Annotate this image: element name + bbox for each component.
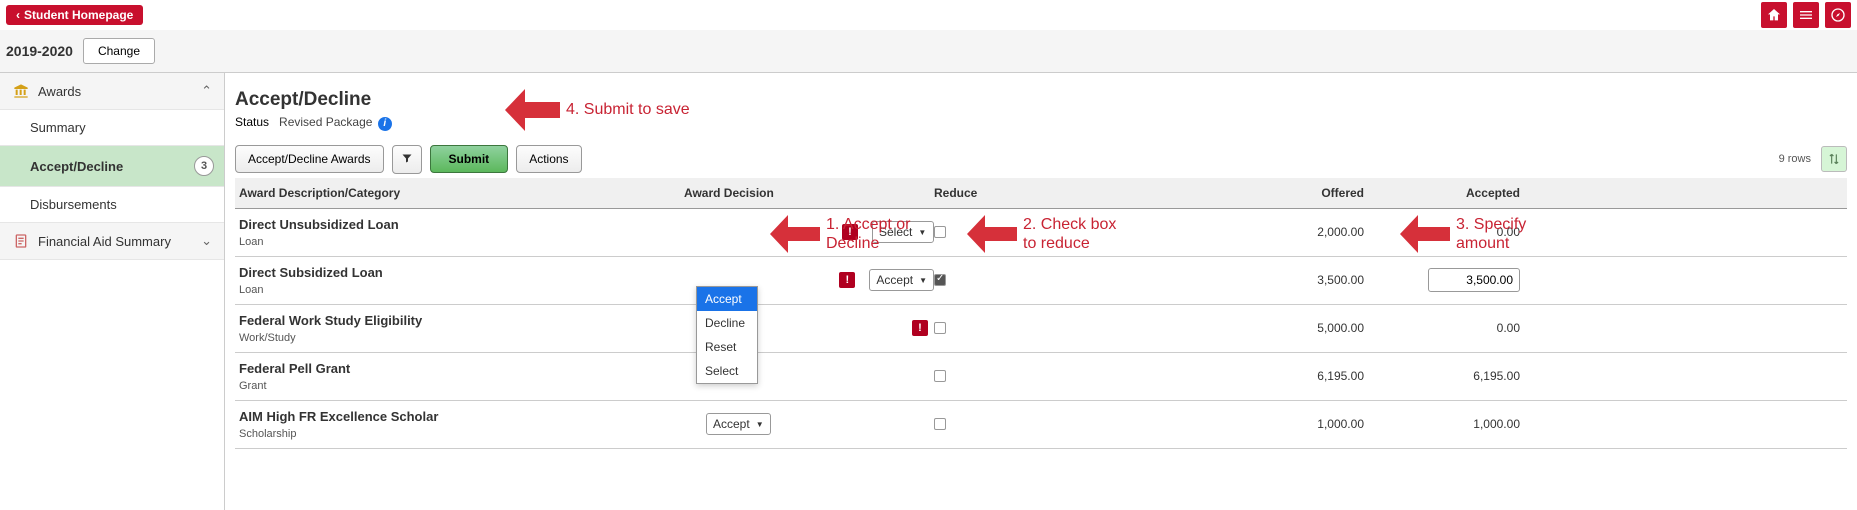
- alert-icon: !: [912, 320, 928, 336]
- sidebar-section-label: Financial Aid Summary: [38, 234, 171, 249]
- table-row: Direct Subsidized Loan Loan ! Accept ▼ 3…: [235, 257, 1847, 305]
- accepted-amount: 0.00: [1364, 225, 1524, 239]
- reduce-checkbox[interactable]: [934, 418, 946, 430]
- chevron-left-icon: ‹: [16, 8, 20, 22]
- award-category: Loan: [239, 236, 684, 248]
- table-row: AIM High FR Excellence Scholar Scholarsh…: [235, 401, 1847, 449]
- dropdown-option[interactable]: Select: [697, 359, 757, 383]
- chevron-down-icon: ⌄: [201, 233, 212, 249]
- col-header-offered: Offered: [1164, 186, 1364, 200]
- year-label: 2019-2020: [6, 43, 73, 59]
- award-category: Work/Study: [239, 332, 684, 344]
- status-label: Status: [235, 115, 269, 129]
- actions-button[interactable]: Actions: [516, 145, 581, 173]
- select-value: Accept: [713, 417, 750, 431]
- year-bar: 2019-2020 Change: [0, 30, 1857, 73]
- sidebar-item-summary[interactable]: Summary: [0, 110, 224, 146]
- decision-select[interactable]: Accept ▼: [869, 269, 934, 291]
- decision-dropdown[interactable]: Accept Decline Reset Select: [696, 286, 758, 384]
- award-name: Direct Subsidized Loan: [239, 265, 684, 280]
- accepted-amount: 0.00: [1364, 321, 1524, 335]
- accepted-amount: 6,195.00: [1364, 369, 1524, 383]
- award-name: Federal Pell Grant: [239, 361, 684, 376]
- top-icons: [1761, 2, 1851, 28]
- top-bar: ‹ Student Homepage: [0, 0, 1857, 30]
- sidebar-item-disbursements[interactable]: Disbursements: [0, 187, 224, 223]
- row-count-label: 9 rows: [1779, 153, 1811, 165]
- award-category: Grant: [239, 380, 684, 392]
- select-value: Select: [879, 225, 912, 239]
- accepted-amount-input[interactable]: [1428, 268, 1520, 292]
- reduce-checkbox[interactable]: [934, 226, 946, 238]
- toolbar: Accept/Decline Awards Submit Actions 9 r…: [235, 145, 1847, 174]
- reduce-checkbox[interactable]: [934, 274, 946, 286]
- sidebar-item-label: Accept/Decline: [30, 159, 123, 174]
- accepted-amount: 1,000.00: [1364, 417, 1524, 431]
- status-row: Status Revised Package i: [235, 115, 1847, 131]
- alert-icon: !: [842, 224, 858, 240]
- col-header-decision: Award Decision: [684, 186, 934, 200]
- sidebar-item-label: Disbursements: [30, 197, 117, 212]
- page-title: Accept/Decline: [235, 89, 1847, 111]
- award-name: AIM High FR Excellence Scholar: [239, 409, 684, 424]
- chevron-up-icon: ⌃: [201, 83, 212, 99]
- table-row: Federal Pell Grant Grant 6,195.00 6,195.…: [235, 353, 1847, 401]
- offered-amount: 3,500.00: [1164, 273, 1364, 287]
- sidebar-item-label: Summary: [30, 120, 86, 135]
- change-year-button[interactable]: Change: [83, 38, 155, 64]
- sidebar-section-financial-aid-summary[interactable]: Financial Aid Summary ⌄: [0, 223, 224, 260]
- offered-amount: 1,000.00: [1164, 417, 1364, 431]
- alert-icon: !: [839, 272, 855, 288]
- status-value: Revised Package: [279, 115, 372, 129]
- sidebar-section-awards[interactable]: Awards ⌃: [0, 73, 224, 110]
- table-row: Direct Unsubsidized Loan Loan ! Select ▼…: [235, 209, 1847, 257]
- chevron-down-icon: ▼: [756, 420, 764, 429]
- sidebar-section-label: Awards: [38, 84, 81, 99]
- back-label: Student Homepage: [24, 8, 133, 22]
- award-name: Direct Unsubsidized Loan: [239, 217, 684, 232]
- menu-icon[interactable]: [1793, 2, 1819, 28]
- dropdown-option[interactable]: Decline: [697, 311, 757, 335]
- award-name: Federal Work Study Eligibility: [239, 313, 684, 328]
- filter-icon: [401, 152, 413, 164]
- offered-amount: 2,000.00: [1164, 225, 1364, 239]
- reduce-checkbox[interactable]: [934, 322, 946, 334]
- col-header-reduce: Reduce: [934, 186, 1164, 200]
- info-icon[interactable]: i: [378, 117, 392, 131]
- home-icon[interactable]: [1761, 2, 1787, 28]
- chevron-down-icon: ▼: [919, 276, 927, 285]
- award-category: Scholarship: [239, 428, 684, 440]
- chevron-down-icon: ▼: [918, 228, 926, 237]
- table-row: Federal Work Study Eligibility Work/Stud…: [235, 305, 1847, 353]
- clipboard-icon: [12, 233, 30, 249]
- dropdown-option[interactable]: Accept: [697, 287, 757, 311]
- filter-button[interactable]: [392, 145, 422, 174]
- bank-icon: [12, 83, 30, 99]
- submit-button[interactable]: Submit: [430, 145, 509, 173]
- decision-select[interactable]: Select ▼: [872, 221, 934, 243]
- col-header-accepted: Accepted: [1364, 186, 1524, 200]
- accept-decline-awards-button[interactable]: Accept/Decline Awards: [235, 145, 384, 173]
- back-button[interactable]: ‹ Student Homepage: [6, 5, 143, 25]
- sort-button[interactable]: [1821, 146, 1847, 172]
- offered-amount: 6,195.00: [1164, 369, 1364, 383]
- sidebar-item-accept-decline[interactable]: Accept/Decline 3: [0, 146, 224, 187]
- col-header-description: Award Description/Category: [239, 186, 684, 200]
- grid-header: Award Description/Category Award Decisio…: [235, 178, 1847, 209]
- sidebar: Awards ⌃ Summary Accept/Decline 3 Disbur…: [0, 73, 225, 510]
- badge-count: 3: [194, 156, 214, 176]
- reduce-checkbox[interactable]: [934, 370, 946, 382]
- compass-icon[interactable]: [1825, 2, 1851, 28]
- dropdown-option[interactable]: Reset: [697, 335, 757, 359]
- select-value: Accept: [876, 273, 913, 287]
- main-content: Accept/Decline Status Revised Package i …: [225, 73, 1857, 510]
- decision-select[interactable]: Accept ▼: [706, 413, 771, 435]
- offered-amount: 5,000.00: [1164, 321, 1364, 335]
- award-category: Loan: [239, 284, 684, 296]
